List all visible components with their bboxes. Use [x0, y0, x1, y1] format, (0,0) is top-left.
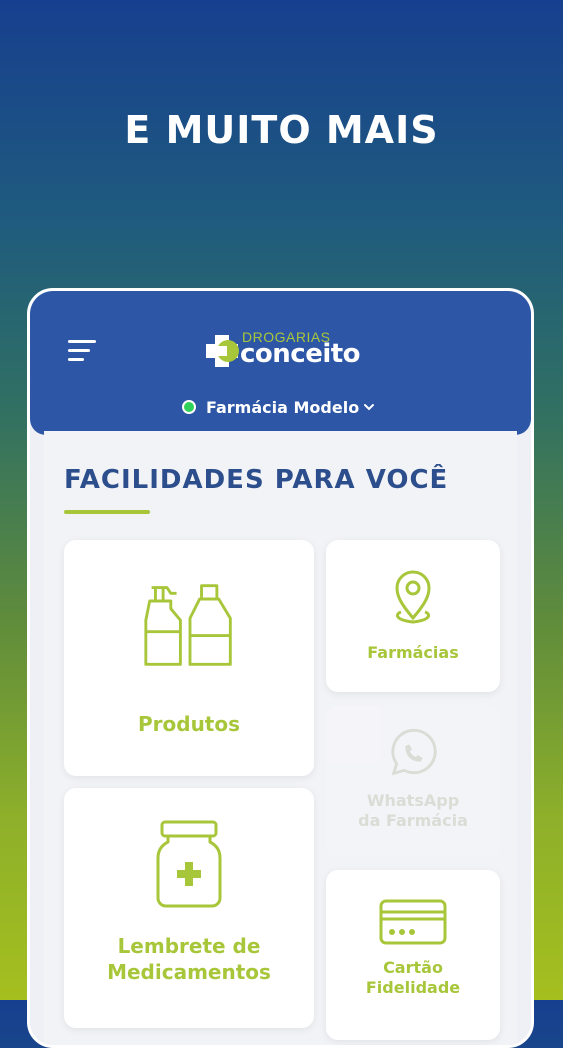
logo-text-conceito: conceito: [240, 339, 361, 369]
brand-logo: DROGARIAS conceito: [202, 329, 372, 373]
whatsapp-icon: [391, 728, 437, 776]
app-header: DROGARIAS conceito Farmácia Modelo: [30, 291, 531, 435]
promo-headline: E MUITO MAIS: [124, 108, 439, 152]
tile-produtos[interactable]: Produtos: [64, 540, 314, 776]
section-title: FACILIDADES PARA VOCÊ: [64, 465, 449, 495]
store-name: Farmácia Modelo: [206, 397, 360, 417]
logo-cross-icon: [206, 335, 239, 367]
tile-label-produtos: Produtos: [137, 712, 241, 736]
tile-label-lembrete-1: Lembrete de: [117, 934, 261, 958]
phone-frame: DROGARIAS conceito Farmácia Modelo FACIL…: [27, 288, 534, 1048]
menu-icon[interactable]: [68, 338, 98, 366]
chevron-down-icon: [364, 404, 375, 411]
spray-bottles-icon: [144, 584, 232, 666]
credit-card-icon: [379, 899, 447, 945]
tile-label-cartao-1: Cartão: [383, 958, 443, 977]
tile-farmacias[interactable]: Farmácias: [326, 540, 500, 692]
section-underline: [64, 510, 150, 514]
tile-cartao-fidelidade[interactable]: Cartão Fidelidade: [326, 870, 500, 1040]
tile-label-whatsapp-2: da Farmácia: [358, 811, 468, 830]
tile-label-whatsapp-1: WhatsApp: [366, 791, 460, 810]
tile-whatsapp[interactable]: WhatsApp da Farmácia: [326, 705, 500, 857]
tile-label-lembrete-2: Medicamentos: [107, 960, 271, 984]
store-selector[interactable]: Farmácia Modelo: [182, 395, 375, 419]
tile-label-cartao-2: Fidelidade: [365, 978, 461, 997]
location-pin-icon: [395, 570, 431, 624]
status-dot: [182, 400, 196, 414]
tile-label-farmacias: Farmácias: [367, 643, 459, 662]
medicine-jar-icon: [156, 820, 222, 908]
tile-lembrete-medicamentos[interactable]: Lembrete de Medicamentos: [64, 788, 314, 1028]
